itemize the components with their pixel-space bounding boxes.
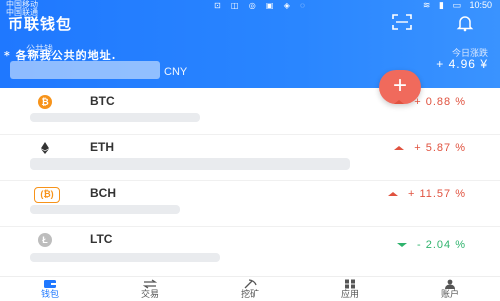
wallet-header: 中国移动 中国联通 ⊡ ◫ ◎ ▣ ◈ ◌ ≋ ▮ ▭ 10:50 币联钱包 公… xyxy=(0,0,500,88)
asset-balance xyxy=(30,158,350,170)
asset-symbol: LTC xyxy=(90,232,113,246)
wifi-icon: ≋ xyxy=(422,0,431,10)
asset-balance xyxy=(30,113,200,122)
notification-button[interactable] xyxy=(456,14,474,32)
status-bar: 中国移动 中国联通 ⊡ ◫ ◎ ▣ ◈ ◌ ≋ ▮ ▭ 10:50 xyxy=(0,0,500,17)
wallet-icon xyxy=(44,280,56,288)
asset-row-ltc[interactable]: Ł LTC - 2.04 % xyxy=(0,226,500,274)
nav-apps[interactable]: 应用 xyxy=(320,277,380,301)
arrow-up-icon xyxy=(394,100,405,105)
nav-label: 挖矿 xyxy=(240,289,259,299)
scan-icon xyxy=(392,14,412,30)
arrow-down-icon xyxy=(397,243,408,248)
asset-row-btc[interactable]: ₿ BTC + 0.88 % xyxy=(0,88,500,135)
total-balance xyxy=(10,61,160,79)
nav-wallet[interactable]: 钱包 xyxy=(20,277,80,301)
asset-symbol: BCH xyxy=(90,186,116,200)
asset-row-eth[interactable]: ETH + 5.87 % xyxy=(0,134,500,181)
nav-label: 账户 xyxy=(440,289,459,299)
clock: 10:50 xyxy=(469,0,492,10)
nav-label: 钱包 xyxy=(40,289,59,299)
asset-change: + 11.57 % xyxy=(387,188,466,200)
apps-icon xyxy=(345,279,355,289)
scan-button[interactable] xyxy=(392,14,412,30)
nav-mining[interactable]: 挖矿 xyxy=(220,277,280,301)
bottom-nav: 钱包 交易 挖矿 应用 账户 xyxy=(0,276,500,301)
arrow-up-icon xyxy=(387,192,398,197)
battery-icon: ▭ xyxy=(452,0,461,10)
bitcoin-cash-icon: (₿) xyxy=(34,187,60,203)
nav-label: 交易 xyxy=(140,289,159,299)
bitcoin-icon: ₿ xyxy=(38,95,52,109)
nav-exchange[interactable]: 交易 xyxy=(120,277,180,301)
asset-row-bch[interactable]: (₿) BCH + 11.57 % xyxy=(0,180,500,227)
exchange-icon xyxy=(143,279,157,289)
asset-change: + 0.88 % xyxy=(394,96,466,108)
arrow-up-icon xyxy=(394,146,405,151)
today-change-value: + 4.96 ¥ xyxy=(436,57,488,71)
bell-icon xyxy=(456,16,474,32)
mining-icon xyxy=(244,279,257,289)
asset-symbol: ETH xyxy=(90,140,114,154)
account-icon xyxy=(445,279,455,289)
status-icons: ⊡ ◫ ◎ ▣ ◈ ◌ xyxy=(214,1,309,10)
asset-balance xyxy=(30,253,220,262)
asset-symbol: BTC xyxy=(90,94,115,108)
asset-change: - 2.04 % xyxy=(397,239,466,251)
asset-balance xyxy=(30,205,180,214)
asset-change: + 5.87 % xyxy=(394,142,466,154)
signal-icon: ▮ xyxy=(438,0,444,10)
currency-label: CNY xyxy=(164,66,188,78)
nav-label: 应用 xyxy=(340,289,359,299)
nav-account[interactable]: 账户 xyxy=(420,277,480,301)
ethereum-icon xyxy=(38,141,52,155)
status-right: ≋ ▮ ▭ 10:50 xyxy=(417,0,492,11)
litecoin-icon: Ł xyxy=(38,233,52,247)
page-title: 币联钱包 xyxy=(8,16,73,33)
